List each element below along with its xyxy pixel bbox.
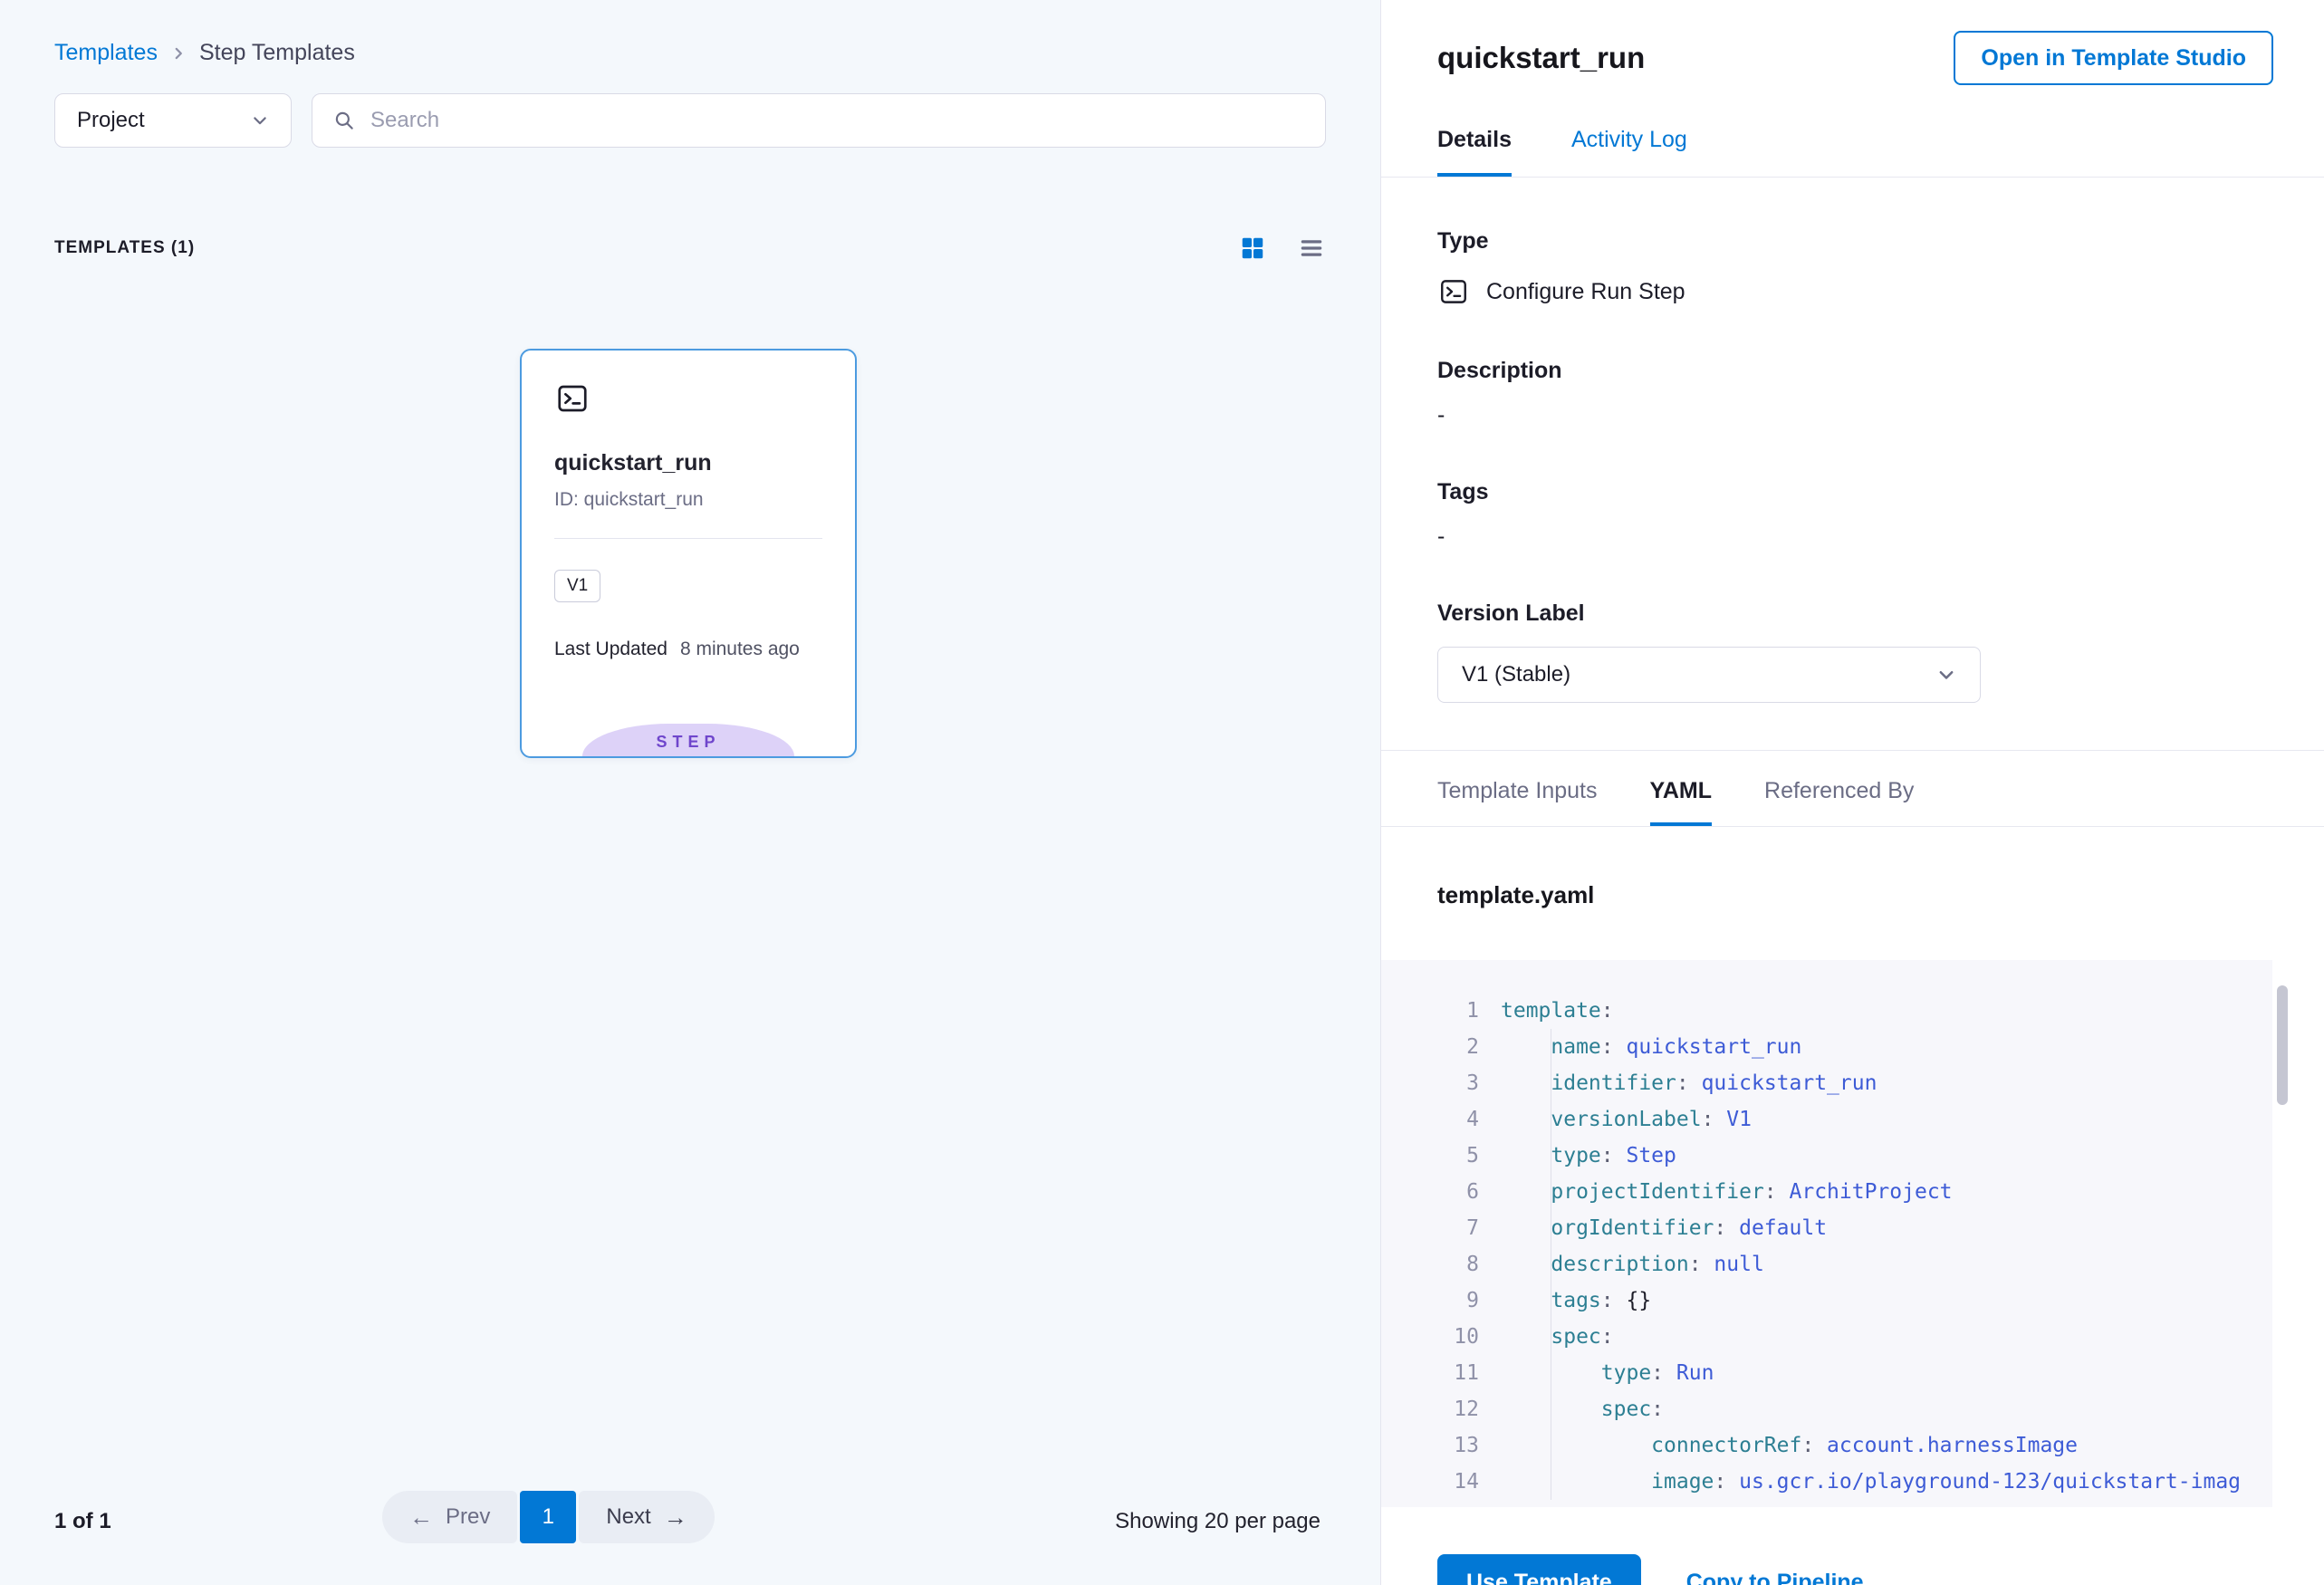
next-label: Next (606, 1504, 650, 1530)
code-line: 11 type: Run (1381, 1355, 2292, 1391)
yaml-code-block[interactable]: 1template:2 name: quickstart_run3 identi… (1381, 960, 2292, 1507)
code-line: 10 spec: (1381, 1319, 2292, 1355)
code-line: 1template: (1381, 993, 2292, 1029)
type-row: Configure Run Step (1437, 276, 2273, 307)
code-line: 3 identifier: quickstart_run (1381, 1065, 2292, 1101)
chevron-down-icon (1936, 665, 1956, 685)
code-line: 12 spec: (1381, 1391, 2292, 1427)
grid-view-icon[interactable] (1239, 235, 1266, 262)
filter-row: Project (54, 93, 1326, 148)
yaml-lines: 1template:2 name: quickstart_run3 identi… (1381, 993, 2292, 1500)
scope-dropdown[interactable]: Project (54, 93, 292, 148)
version-select[interactable]: V1 (Stable) (1437, 647, 1981, 703)
last-updated-row: Last Updated 8 minutes ago (554, 639, 822, 660)
details-header: quickstart_run Open in Template Studio (1437, 0, 2273, 85)
breadcrumb-current: Step Templates (199, 40, 355, 66)
chevron-right-icon (170, 45, 187, 62)
last-updated-label: Last Updated (554, 639, 667, 660)
search-box (312, 93, 1326, 148)
description-value: - (1437, 402, 2273, 428)
run-step-icon (554, 381, 822, 416)
prev-page-button[interactable]: ← Prev (382, 1491, 517, 1543)
code-line: 6 projectIdentifier: ArchitProject (1381, 1174, 2292, 1210)
tags-label: Tags (1437, 479, 2273, 505)
details-tabs: Details Activity Log (1381, 127, 2324, 178)
template-card[interactable]: quickstart_run ID: quickstart_run V1 Las… (520, 349, 857, 758)
code-scrollbar-thumb[interactable] (2277, 985, 2288, 1105)
use-template-button[interactable]: Use Template (1437, 1554, 1641, 1585)
list-header: TEMPLATES (1) (54, 235, 1326, 262)
list-view-icon[interactable] (1297, 235, 1326, 262)
tab-referenced-by[interactable]: Referenced By (1764, 778, 1914, 826)
page-1-button[interactable]: 1 (520, 1491, 576, 1543)
code-line: 14 image: us.gcr.io/playground-123/quick… (1381, 1464, 2292, 1500)
templates-list-panel: Templates Step Templates Project TEMPLAT (0, 0, 1380, 1585)
tab-details[interactable]: Details (1437, 127, 1512, 177)
search-icon (332, 109, 356, 132)
type-value: Configure Run Step (1486, 279, 1685, 305)
tab-activity-log[interactable]: Activity Log (1571, 127, 1687, 177)
copy-to-pipeline-link[interactable]: Copy to Pipeline (1686, 1570, 1864, 1585)
template-type-ribbon: STEP (582, 724, 794, 756)
run-step-icon (1437, 276, 1470, 307)
code-line: 13 connectorRef: account.harnessImage (1381, 1427, 2292, 1464)
template-card-id: ID: quickstart_run (554, 489, 822, 511)
version-label: Version Label (1437, 600, 2273, 627)
prev-label: Prev (446, 1504, 490, 1530)
card-divider (554, 538, 822, 539)
per-page-summary: Showing 20 per page (1115, 1509, 1320, 1534)
type-label: Type (1437, 228, 2273, 255)
code-line: 9 tags: {} (1381, 1282, 2292, 1319)
page-count: 1 of 1 (54, 1509, 111, 1534)
template-card-title: quickstart_run (554, 450, 822, 476)
details-footer: Use Template Copy to Pipeline (1437, 1554, 2273, 1585)
tags-value: - (1437, 524, 2273, 550)
arrow-left-icon: ← (409, 1505, 433, 1529)
version-badge: V1 (554, 570, 600, 602)
scope-dropdown-value: Project (77, 108, 145, 133)
code-line: 4 versionLabel: V1 (1381, 1101, 2292, 1138)
arrow-right-icon: → (664, 1505, 687, 1529)
tab-yaml[interactable]: YAML (1650, 778, 1713, 826)
details-title: quickstart_run (1437, 41, 1645, 75)
breadcrumb-templates-link[interactable]: Templates (54, 40, 158, 66)
templates-count-label: TEMPLATES (1) (54, 238, 195, 258)
yaml-filename: template.yaml (1437, 881, 2273, 909)
template-details-panel: quickstart_run Open in Template Studio D… (1380, 0, 2324, 1585)
code-scrollbar-track (2272, 960, 2292, 1507)
tab-template-inputs[interactable]: Template Inputs (1437, 778, 1598, 826)
pagination: ← Prev 1 Next → (382, 1491, 715, 1543)
yaml-tabs: Template Inputs YAML Referenced By (1381, 751, 2324, 827)
code-line: 2 name: quickstart_run (1381, 1029, 2292, 1065)
last-updated-value: 8 minutes ago (680, 639, 800, 660)
code-line: 5 type: Step (1381, 1138, 2292, 1174)
breadcrumb: Templates Step Templates (54, 40, 1326, 66)
version-select-value: V1 (Stable) (1462, 662, 1570, 687)
code-line: 8 description: null (1381, 1246, 2292, 1282)
chevron-down-icon (251, 111, 269, 130)
search-input[interactable] (370, 108, 1305, 133)
description-label: Description (1437, 358, 2273, 384)
next-page-button[interactable]: Next → (579, 1491, 714, 1543)
open-template-studio-button[interactable]: Open in Template Studio (1954, 31, 2273, 85)
code-line: 7 orgIdentifier: default (1381, 1210, 2292, 1246)
